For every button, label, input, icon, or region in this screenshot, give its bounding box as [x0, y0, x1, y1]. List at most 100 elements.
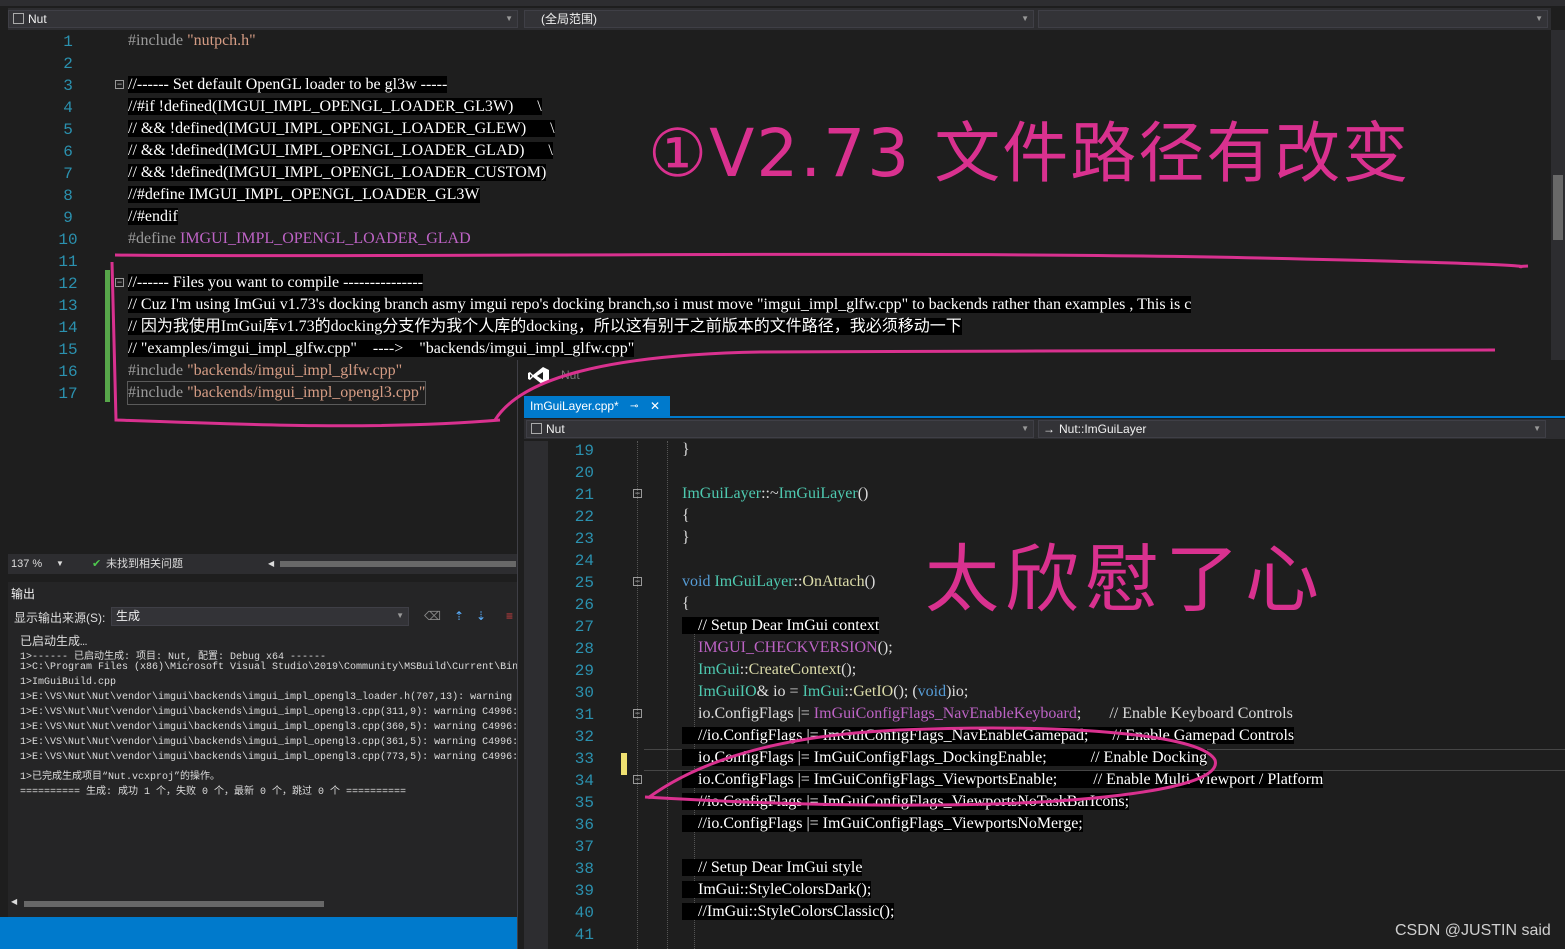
scope-dropdown[interactable]: (全局范围) ▼: [524, 10, 1034, 28]
line-number: 3: [63, 77, 73, 95]
floating-code-editor[interactable]: − − − − 19} 20 21 ImGuiLayer::~ImGuiLayer()…: [524, 441, 1565, 949]
fold-toggle[interactable]: −: [633, 577, 642, 586]
output-line: 1>ImGuiBuild.cpp: [20, 677, 117, 688]
output-line: 1>已完成生成项目“Nut.vcxproj”的操作。: [20, 772, 221, 783]
code-line: //io.ConfigFlags |= ImGuiConfigFlags_Nav…: [682, 727, 1295, 744]
go-to-previous-icon[interactable]: ⇡: [454, 609, 464, 623]
code-line: // "examples/imgui_impl_glfw.cpp" ----> …: [128, 338, 635, 360]
code-text: //#if !defined(IMGUI_IMPL_OPENGL_LOADER_…: [128, 98, 542, 115]
line-number: 12: [58, 275, 78, 293]
line-number: 27: [574, 618, 594, 636]
output-line: 1>------ 已启动生成: 项目: Nut, 配置: Debug x64 -…: [20, 652, 327, 663]
float-scope-dropdown[interactable]: → Nut::ImGuiLayer ▼: [1038, 420, 1546, 438]
line-number: 9: [63, 209, 73, 227]
change-marker: [621, 753, 627, 775]
member-dropdown[interactable]: ▼: [1038, 10, 1548, 28]
code-text: // && !defined(IMGUI_IMPL_OPENGL_LOADER_…: [128, 164, 547, 181]
code-line: ImGui::StyleColorsDark();: [682, 881, 872, 898]
fold-toggle[interactable]: −: [115, 278, 124, 287]
code-line: void ImGuiLayer::OnAttach(): [682, 573, 876, 590]
scroll-left-icon[interactable]: ◀: [11, 897, 17, 906]
visual-studio-logo-icon: [528, 367, 549, 385]
line-number: 2: [63, 55, 73, 73]
project-dropdown[interactable]: Nut ▼: [8, 10, 518, 28]
output-line: 1>E:\VS\Nut\Nut\vendor\imgui\backends\im…: [20, 692, 513, 703]
code-line: ImGuiLayer::~ImGuiLayer(): [682, 485, 869, 502]
code-line: {: [682, 507, 690, 524]
code-text: // Cuz I'm using ImGui v1.73's docking b…: [128, 296, 1192, 313]
code-line: // Cuz I'm using ImGui v1.73's docking b…: [128, 294, 1192, 316]
output-source-dropdown[interactable]: 生成 ▼: [111, 607, 409, 626]
zoom-level[interactable]: 137 %: [11, 554, 42, 574]
code-line: }: [682, 441, 690, 458]
line-number: 13: [58, 297, 78, 315]
horizontal-scrollbar[interactable]: [280, 561, 516, 567]
output-line: 1>E:\VS\Nut\Nut\vendor\imgui\backends\im…: [20, 722, 519, 733]
code-line: //#if !defined(IMGUI_IMPL_OPENGL_LOADER_…: [128, 96, 542, 118]
navigation-bar: Nut ▼ (全局范围) ▼ ▼: [8, 8, 1551, 30]
code-token: IMGUI_IMPL_OPENGL_LOADER_GLAD: [179, 230, 471, 247]
floating-navigation-bar: Nut ▼ → Nut::ImGuiLayer ▼: [524, 419, 1565, 439]
fold-toggle[interactable]: −: [633, 775, 642, 784]
code-line: //#define IMGUI_IMPL_OPENGL_LOADER_GL3W: [128, 184, 480, 206]
code-line: io.ConfigFlags |= ImGuiConfigFlags_Docki…: [682, 749, 1208, 766]
output-line: ========== 生成: 成功 1 个，失败 0 个，最新 0 个，跳过 0…: [20, 787, 407, 798]
line-number: 8: [63, 187, 73, 205]
line-number: 31: [574, 706, 594, 724]
annotation-relief-note: 太欣慰了心: [925, 537, 1325, 623]
scroll-left-icon[interactable]: ◀: [268, 554, 274, 574]
line-number: 15: [58, 341, 78, 359]
pin-icon[interactable]: ⊸: [630, 396, 638, 417]
project-icon: [531, 423, 542, 434]
code-line: #include "nutpch.h": [128, 30, 256, 52]
line-number: 33: [574, 750, 594, 768]
code-line: // Setup Dear ImGui style: [682, 859, 863, 876]
line-number: 36: [574, 816, 594, 834]
close-icon[interactable]: ✕: [650, 396, 660, 417]
line-number: 21: [574, 486, 594, 504]
line-number: 39: [574, 882, 594, 900]
line-number: 40: [574, 904, 594, 922]
output-line: 1>E:\VS\Nut\Nut\vendor\imgui\backends\im…: [20, 752, 519, 763]
code-line: #define IMGUI_IMPL_OPENGL_LOADER_GLAD: [128, 228, 471, 250]
issues-status[interactable]: 未找到相关问题: [106, 554, 183, 574]
output-line: 1>C:\Program Files (x86)\Microsoft Visua…: [20, 662, 519, 673]
fold-toggle[interactable]: −: [633, 489, 642, 498]
fold-toggle[interactable]: −: [633, 709, 642, 718]
floating-window-titlebar[interactable]: Nut: [518, 360, 1565, 394]
code-line: //io.ConfigFlags |= ImGuiConfigFlags_Vie…: [682, 815, 1083, 832]
fold-toggle[interactable]: −: [115, 80, 124, 89]
line-number: 28: [574, 640, 594, 658]
clear-output-icon[interactable]: ⌫: [424, 609, 441, 623]
check-circle-icon: ✔: [92, 558, 102, 570]
code-text: //#define IMGUI_IMPL_OPENGL_LOADER_GL3W: [128, 186, 480, 203]
float-project-dropdown[interactable]: Nut ▼: [526, 420, 1034, 438]
scrollbar-thumb[interactable]: [1553, 175, 1563, 240]
line-number: 32: [574, 728, 594, 746]
editor-margin: [524, 441, 548, 949]
line-number: 4: [63, 99, 73, 117]
fold-guide: [637, 441, 639, 949]
code-line: io.ConfigFlags |= ImGuiConfigFlags_NavEn…: [682, 705, 1293, 722]
toggle-word-wrap-icon[interactable]: ≡: [506, 609, 513, 623]
floating-editor-window[interactable]: Nut ImGuiLayer.cpp* ⊸ ✕ Nut ▼ → Nut::ImGu…: [517, 360, 1565, 949]
output-horizontal-scrollbar[interactable]: [24, 901, 324, 907]
tab-underline: [524, 416, 1565, 418]
tab-imguilayer-cpp[interactable]: ImGuiLayer.cpp* ⊸ ✕: [524, 396, 670, 417]
code-line: // && !defined(IMGUI_IMPL_OPENGL_LOADER_…: [128, 118, 555, 140]
code-token: "backends/imgui_impl_glfw.cpp": [187, 362, 403, 379]
go-to-next-icon[interactable]: ⇣: [476, 609, 486, 623]
code-text: #include: [128, 384, 188, 401]
code-line: #include "backends/imgui_impl_opengl3.cp…: [126, 381, 427, 405]
chevron-down-icon: ▼: [396, 611, 404, 620]
line-number: 30: [574, 684, 594, 702]
code-text: //#endif: [128, 208, 178, 225]
code-text: // && !defined(IMGUI_IMPL_OPENGL_LOADER_…: [128, 142, 553, 159]
indent-guide: [667, 441, 669, 949]
chevron-down-icon[interactable]: ▼: [56, 554, 64, 574]
line-number: 7: [63, 165, 73, 183]
output-line: 1>E:\VS\Nut\Nut\vendor\imgui\backends\im…: [20, 737, 519, 748]
code-line: //ImGui::StyleColorsClassic();: [682, 903, 895, 920]
code-line: }: [682, 529, 690, 546]
code-line: #include "backends/imgui_impl_glfw.cpp": [128, 360, 402, 382]
